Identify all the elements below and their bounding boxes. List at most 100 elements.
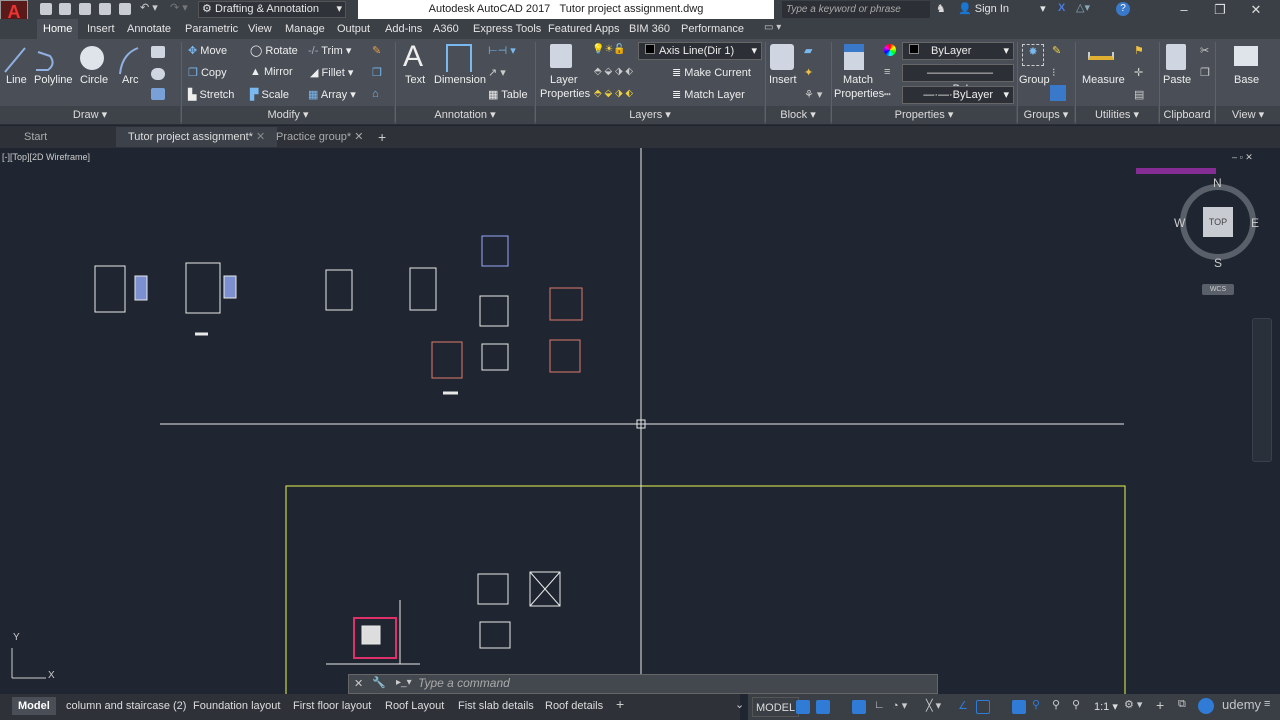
group-button[interactable]: Group — [1019, 74, 1050, 86]
linetype-dropdown[interactable]: —·—·ByLayer ▾ — [902, 86, 1014, 104]
make-current-button[interactable]: ≣ Make Current — [672, 66, 751, 79]
layout-tab-model[interactable]: Model — [12, 697, 56, 715]
tab-performance[interactable]: Performance — [675, 19, 750, 39]
dimension-button[interactable]: Dimension — [434, 74, 486, 86]
isolate-objects-icon[interactable]: ⧉ — [1178, 698, 1186, 711]
block-panel-label[interactable]: Block ▾ — [766, 106, 830, 124]
paste-button[interactable]: Paste — [1163, 74, 1191, 86]
text-button[interactable]: Text — [405, 74, 425, 86]
ribbon-toggle-icon[interactable]: ▭ ▾ — [764, 22, 781, 33]
layer-tools2-icons[interactable]: ⬘ ⬙ ⬗ ⬖ — [594, 88, 633, 99]
view-panel-label[interactable]: View ▾ — [1216, 106, 1280, 124]
table-button[interactable]: ▦ Table — [488, 88, 528, 101]
group-edit-icon[interactable]: ⁝ — [1052, 66, 1056, 79]
compass-south[interactable]: S — [1214, 256, 1222, 270]
compass-west[interactable]: W — [1174, 216, 1185, 230]
customization-icon[interactable]: ≡ — [1264, 698, 1270, 710]
stretch-button[interactable]: ▙ Stretch — [188, 88, 234, 101]
minimize-button[interactable]: – — [1166, 0, 1202, 19]
close-icon[interactable]: ✕ — [354, 131, 363, 143]
layer-tools-icons[interactable]: ⬘ ⬙ ⬗ ⬖ — [594, 66, 633, 77]
object-snap-icon[interactable] — [976, 700, 990, 714]
save-as-icon[interactable] — [99, 3, 111, 15]
match-properties-button[interactable]: Match — [843, 74, 873, 86]
status-overflow-icon[interactable]: ⌄ — [735, 698, 744, 711]
close-command-icon[interactable]: ✕ — [354, 677, 363, 690]
block-attribute-icon[interactable]: ⚘ ▾ — [804, 88, 822, 101]
isometric-icon[interactable]: ╳ ▾ — [926, 699, 941, 712]
help-icon[interactable]: ? — [1116, 2, 1130, 16]
quick-select-icon[interactable]: ⚑ — [1134, 44, 1144, 57]
edit-block-icon[interactable]: ✦ — [804, 66, 813, 79]
save-icon[interactable] — [79, 3, 91, 15]
file-tab-start[interactable]: Start — [12, 127, 59, 147]
base-button[interactable]: Base — [1234, 74, 1259, 86]
groups-panel-label[interactable]: Groups ▾ — [1018, 106, 1074, 124]
annotation-scale-dropdown[interactable]: 1:1 ▾ — [1094, 700, 1118, 713]
new-tab-button[interactable]: + — [378, 129, 386, 145]
layout-tab-roof-details[interactable]: Roof details — [539, 697, 609, 715]
new-icon[interactable] — [40, 3, 52, 15]
hatch-icon[interactable] — [151, 68, 165, 80]
trim-button[interactable]: -/- Trim ▾ — [308, 44, 351, 57]
layer-dropdown[interactable]: Axis Line(Dir 1) ▾ — [638, 42, 762, 60]
ortho-icon[interactable]: ∟ — [874, 699, 885, 711]
file-tab-tutor-project[interactable]: Tutor project assignment* ✕ — [116, 127, 278, 147]
search-input[interactable]: Type a keyword or phrase — [782, 1, 930, 18]
tab-express-tools[interactable]: Express Tools — [467, 19, 547, 39]
measure-button[interactable]: Measure — [1082, 74, 1125, 86]
polar-icon[interactable]: ◔ ▾ — [892, 699, 907, 712]
tab-bim-360[interactable]: BIM 360 — [623, 19, 676, 39]
exchange-icon[interactable]: X — [1058, 2, 1065, 14]
undo-icon[interactable]: ↶ ▾ — [140, 1, 158, 14]
customize-icon[interactable]: 🔧 — [372, 676, 386, 689]
tab-manage[interactable]: Manage — [279, 19, 331, 39]
model-space-toggle[interactable]: MODEL — [752, 697, 800, 717]
cut-icon[interactable]: ✂ — [1200, 44, 1209, 57]
leader-icon[interactable]: ↗ ▾ — [488, 66, 506, 79]
infer-constraints-icon[interactable] — [852, 700, 866, 714]
rotate-button[interactable]: ◯ Rotate — [250, 44, 298, 57]
fillet-button[interactable]: ◢ Fillet ▾ — [310, 66, 353, 79]
arc-button[interactable]: Arc — [122, 74, 139, 86]
close-button[interactable]: ✕ — [1238, 0, 1274, 19]
explode-icon[interactable]: ❒ — [372, 66, 382, 79]
workspace-dropdown[interactable]: ⚙ Drafting & Annotation ▾ — [198, 1, 346, 18]
autodesk-app-icon[interactable]: △▾ — [1076, 1, 1090, 14]
layer-properties-button[interactable]: Layer — [550, 74, 578, 86]
navigation-bar[interactable] — [1252, 318, 1272, 462]
open-icon[interactable] — [59, 3, 71, 15]
object-snap-tracking-icon[interactable]: ∠ — [958, 699, 968, 712]
tab-a360[interactable]: A360 — [427, 19, 465, 39]
tab-parametric[interactable]: Parametric — [179, 19, 244, 39]
tab-home[interactable]: Home — [37, 19, 79, 39]
layers-panel-label[interactable]: Layers ▾ — [536, 106, 764, 124]
lineweight-dropdown[interactable]: ——————ByLayer▾ — [902, 64, 1014, 95]
tab-annotate[interactable]: Annotate — [121, 19, 177, 39]
match-properties-label[interactable]: Properties — [834, 88, 884, 100]
annotation-visibility-icon[interactable]: ⚲ — [1032, 698, 1040, 711]
viewcube-top-face[interactable]: TOP — [1203, 207, 1233, 237]
lineweight-toggle-icon[interactable] — [1012, 700, 1026, 714]
copy-clip-icon[interactable]: ❐ — [1200, 66, 1210, 79]
layout-tab-roof-layout[interactable]: Roof Layout — [379, 697, 450, 715]
scale-button[interactable]: ▛ Scale — [250, 88, 289, 101]
utilities-panel-label[interactable]: Utilities ▾ — [1076, 106, 1158, 124]
hardware-acceleration-icon[interactable] — [1198, 698, 1214, 714]
boundary-icon[interactable] — [151, 88, 165, 100]
file-tab-practice-group[interactable]: Practice group* ✕ — [264, 127, 376, 147]
annotation-monitor-icon[interactable]: + — [1156, 697, 1164, 713]
layout-tab-column-staircase[interactable]: column and staircase (2) — [60, 697, 192, 715]
viewport-window-controls[interactable]: – ▫ ✕ — [1232, 152, 1253, 163]
workspace-switch-icon[interactable]: ⚙ ▾ — [1124, 698, 1142, 711]
binoculars-icon[interactable]: ♞ — [936, 2, 946, 15]
tab-view[interactable]: View — [242, 19, 278, 39]
tab-add-ins[interactable]: Add-ins — [379, 19, 428, 39]
create-block-icon[interactable]: ▰ — [804, 44, 812, 57]
line-button[interactable]: Line — [6, 74, 27, 86]
linear-dimension-icon[interactable]: ⊢⊣ ▾ — [488, 44, 516, 57]
properties-panel-label[interactable]: Properties ▾ — [832, 106, 1016, 124]
clipboard-panel-label[interactable]: Clipboard — [1160, 106, 1214, 124]
ungroup-icon[interactable]: ✎ — [1052, 44, 1061, 57]
compass-north[interactable]: N — [1213, 176, 1222, 190]
